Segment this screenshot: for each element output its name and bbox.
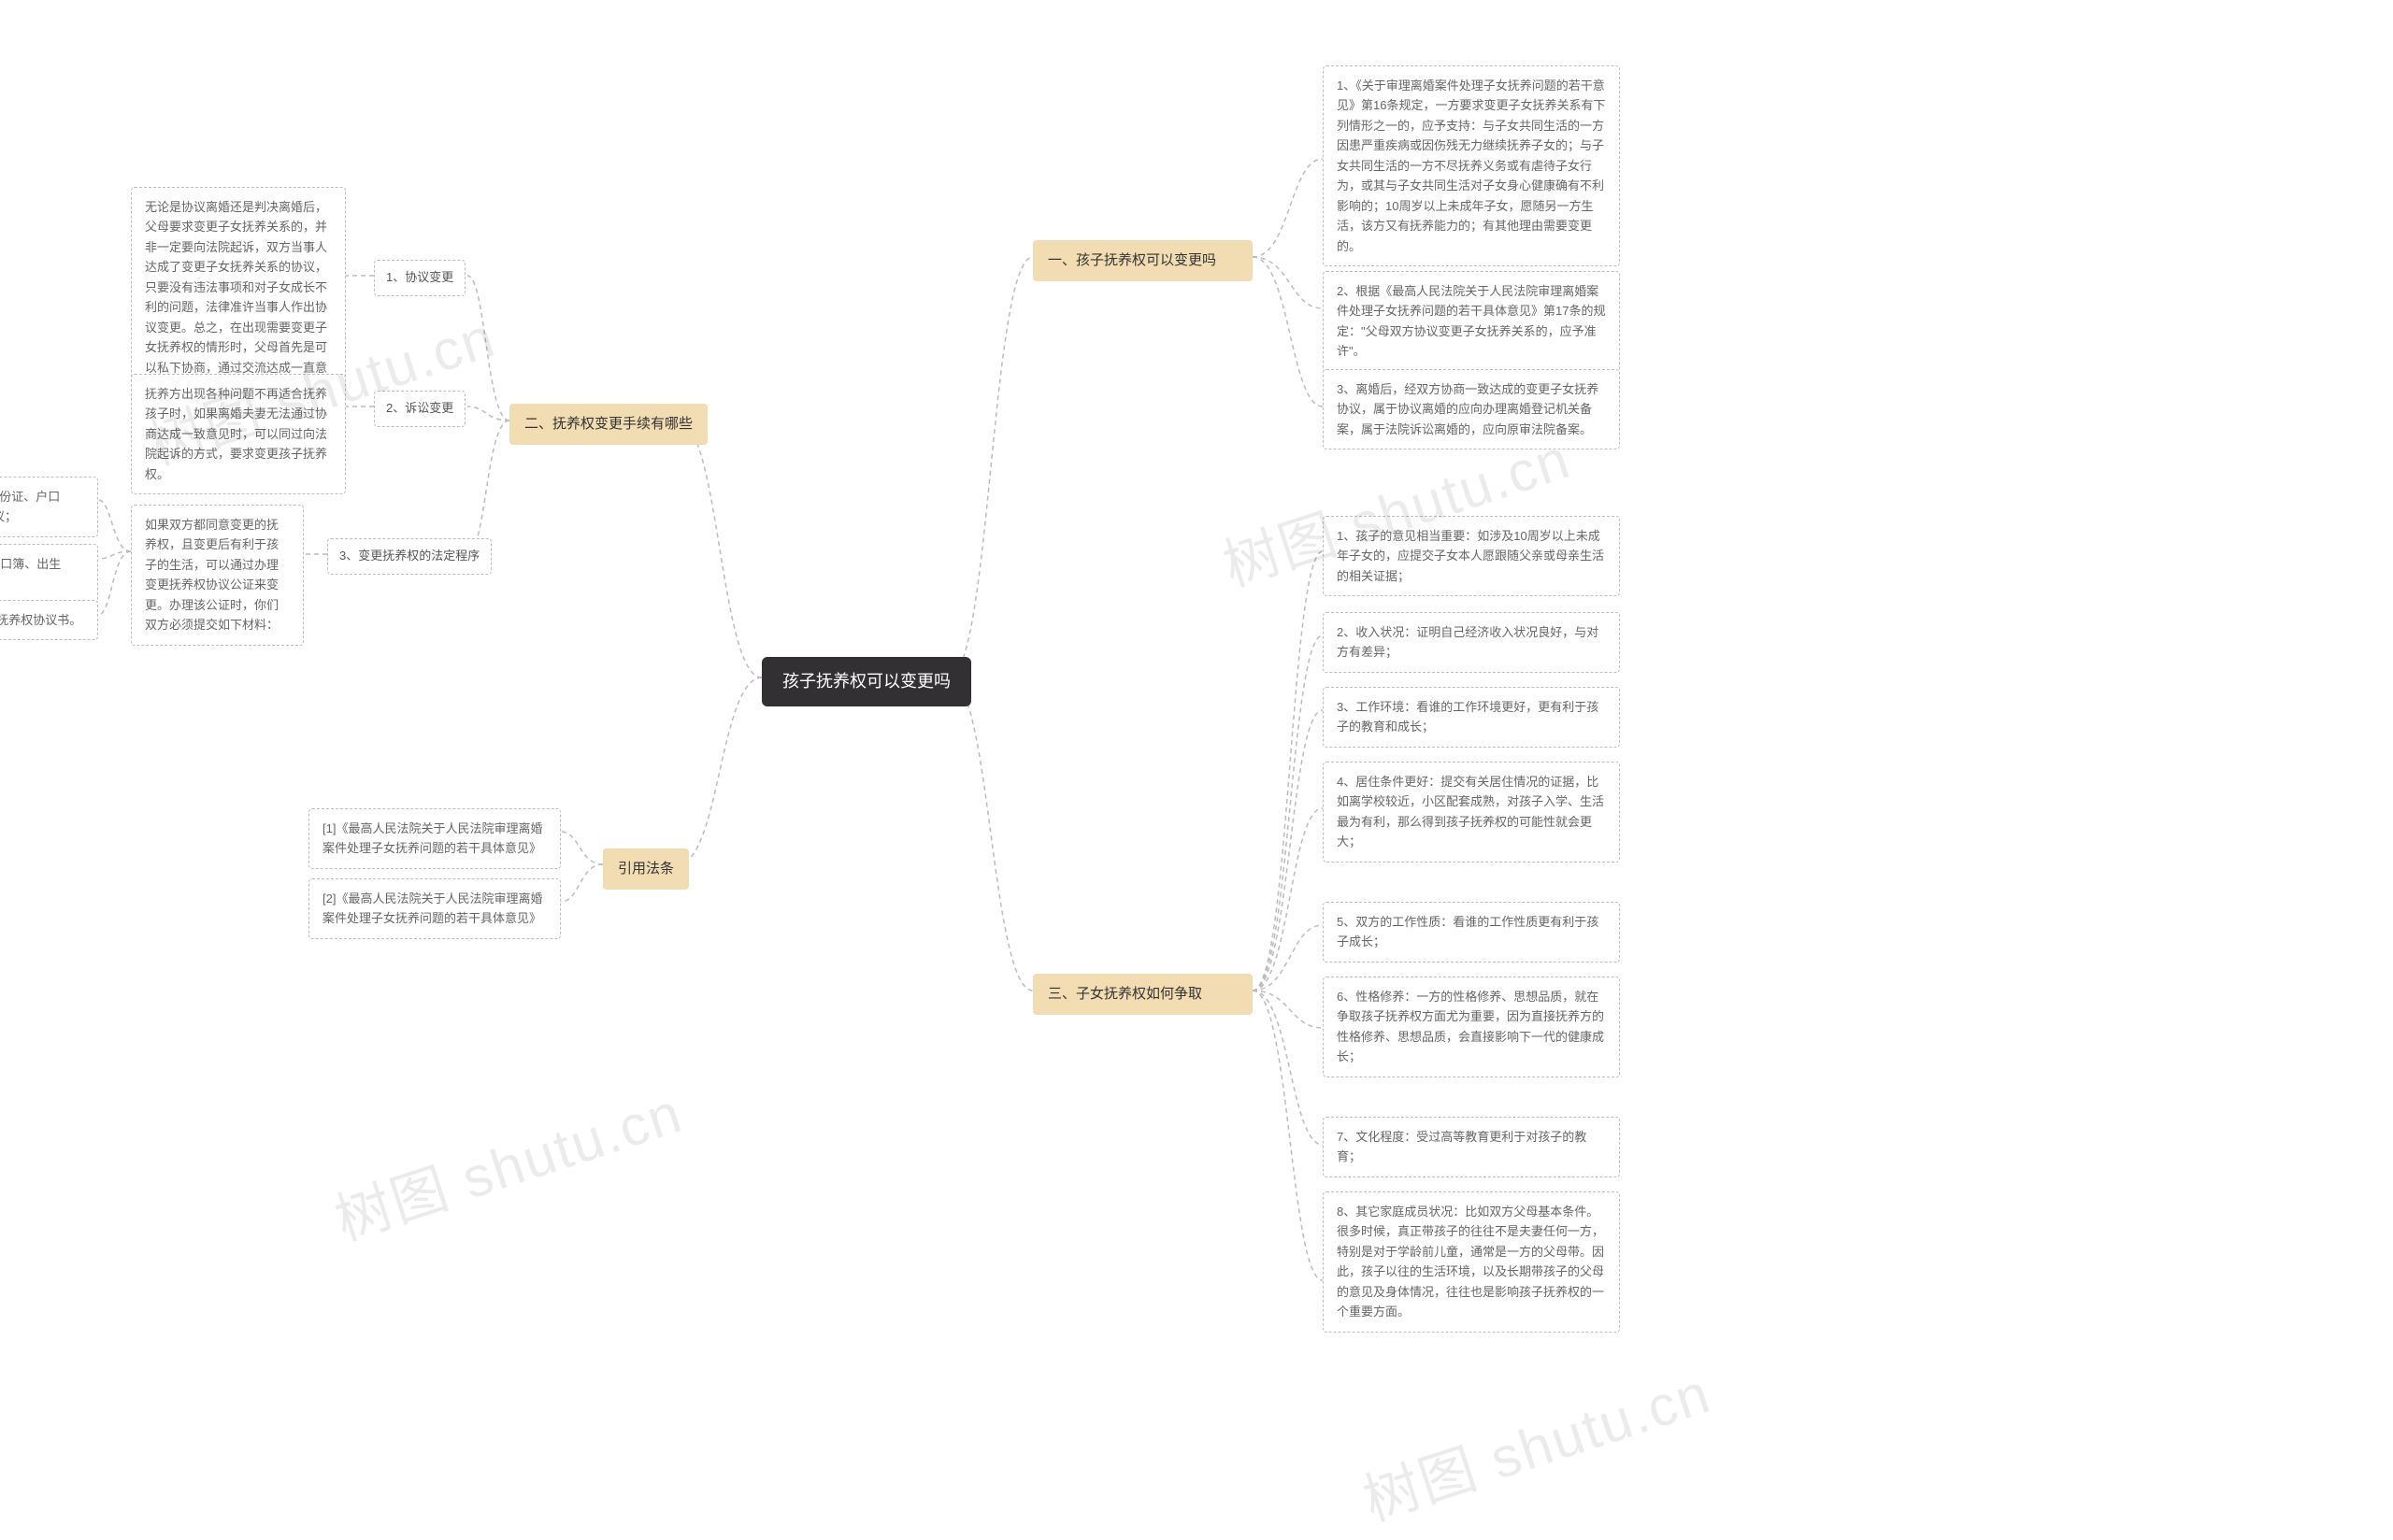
- branch-procedures[interactable]: 二、抚养权变更手续有哪些: [509, 404, 708, 445]
- b3-item-4[interactable]: 4、居住条件更好：提交有关居住情况的证据，比如离学校较近，小区配套成熟，对孩子入…: [1323, 762, 1620, 863]
- b3-item-5[interactable]: 5、双方的工作性质：看谁的工作性质更有利于孩子成长；: [1323, 902, 1620, 962]
- root-node[interactable]: 孩子抚养权可以变更吗: [762, 657, 971, 706]
- b3-item-7[interactable]: 7、文化程度：受过高等教育更利于对孩子的教育；: [1323, 1117, 1620, 1177]
- branch-cited-law[interactable]: 引用法条: [603, 848, 689, 890]
- b3-item-3[interactable]: 3、工作环境：看谁的工作环境更好，更有利于孩子的教育和成长；: [1323, 687, 1620, 748]
- watermark: 树图 shutu.cn: [323, 1068, 692, 1257]
- b2-sub-2[interactable]: 2、诉讼变更: [374, 391, 466, 427]
- b3-item-1[interactable]: 1、孩子的意见相当重要：如涉及10周岁以上未成年子女的，应提交子女本人愿跟随父亲…: [1323, 516, 1620, 596]
- branch-title: 二、抚养权变更手续有哪些: [524, 416, 693, 432]
- b2-sub-3-mat-3[interactable]: （3）草拟好的变更抚养权协议书。: [0, 600, 98, 640]
- b1-item-3[interactable]: 3、离婚后，经双方协商一致达成的变更子女抚养协议，属于协议离婚的应向办理离婚登记…: [1323, 369, 1620, 449]
- b2-sub-2-detail[interactable]: 抚养方出现各种问题不再适合抚养孩子时，如果离婚夫妻无法通过协商达成一致意见时，可…: [131, 374, 346, 494]
- branch-title: 引用法条: [618, 861, 674, 877]
- b2-sub-3[interactable]: 3、变更抚养权的法定程序: [327, 538, 492, 575]
- branch-how-contest[interactable]: 三、子女抚养权如何争取: [1033, 974, 1253, 1015]
- connector-lines: [0, 0, 2393, 1540]
- watermark: 树图 shutu.cn: [1352, 1348, 1720, 1537]
- root-title: 孩子抚养权可以变更吗: [782, 672, 951, 691]
- law-item-2[interactable]: [2]《最高人民法院关于人民法院审理离婚案件处理子女抚养问题的若干具体意见》: [308, 878, 561, 939]
- b3-item-2[interactable]: 2、收入状况：证明自己经济收入状况良好，与对方有差异；: [1323, 612, 1620, 673]
- b2-sub-3-mat-2[interactable]: （2）小孩的户口簿、出生证；: [0, 544, 98, 605]
- branch-title: 一、孩子抚养权可以变更吗: [1048, 252, 1216, 268]
- b2-sub-1[interactable]: 1、协议变更: [374, 260, 466, 296]
- branch-title: 三、子女抚养权如何争取: [1048, 986, 1202, 1002]
- b3-item-8[interactable]: 8、其它家庭成员状况：比如双方父母基本条件。很多时候，真正带孩子的往往不是夫妻任…: [1323, 1191, 1620, 1333]
- b1-item-1[interactable]: 1、《关于审理离婚案件处理子女抚养问题的若干意见》第16条规定，一方要求变更子女…: [1323, 65, 1620, 266]
- law-item-1[interactable]: [1]《最高人民法院关于人民法院审理离婚案件处理子女抚养问题的若干具体意见》: [308, 808, 561, 869]
- b1-item-2[interactable]: 2、根据《最高人民法院关于人民法院审理离婚案件处理子女抚养问题的若干具体意见》第…: [1323, 271, 1620, 372]
- branch-can-change[interactable]: 一、孩子抚养权可以变更吗: [1033, 240, 1253, 281]
- b2-sub-3-detail[interactable]: 如果双方都同意变更的抚养权，且变更后有利于孩子的生活，可以通过办理变更抚养权协议…: [131, 505, 304, 646]
- b2-sub-3-mat-1[interactable]: （1）申请人双方的身份证、户口簿、离婚证、离婚协议；: [0, 477, 98, 537]
- b3-item-6[interactable]: 6、性格修养：一方的性格修养、思想品质，就在争取孩子抚养权方面尤为重要，因为直接…: [1323, 977, 1620, 1077]
